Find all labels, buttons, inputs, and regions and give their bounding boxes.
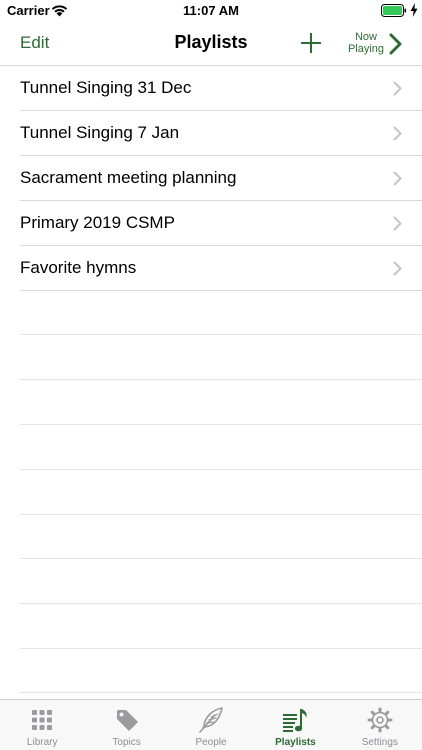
tag-icon <box>116 710 138 731</box>
chevron-right-icon <box>393 81 402 96</box>
playlist-title: Tunnel Singing 7 Jan <box>20 123 180 142</box>
feather-icon <box>199 707 223 733</box>
charging-bolt-icon <box>410 3 418 17</box>
battery-icon <box>381 4 407 17</box>
chevron-right-icon <box>393 171 402 186</box>
playlist-title: Sacrament meeting planning <box>20 168 237 187</box>
tab-label: People <box>195 737 227 748</box>
empty-row-separator <box>20 603 422 604</box>
tab-library[interactable]: Library <box>0 700 84 750</box>
tab-label: Playlists <box>275 737 316 748</box>
tab-label: Library <box>26 737 58 748</box>
empty-row-separator <box>20 424 422 425</box>
empty-row-separator <box>20 469 422 470</box>
tab-bar: Library Topics People Playlists Settings <box>0 699 422 750</box>
playlist-title: Tunnel Singing 31 Dec <box>20 78 192 97</box>
gear-icon <box>367 707 393 733</box>
empty-row-separator <box>20 692 422 693</box>
carrier-label: Carrier <box>7 3 50 18</box>
empty-row-separator <box>20 379 422 380</box>
tab-playlists[interactable]: Playlists <box>253 700 337 750</box>
chevron-right-icon <box>393 126 402 141</box>
playlist-title: Primary 2019 CSMP <box>20 213 175 232</box>
now-playing-label: Now Playing <box>342 31 390 55</box>
playlist-row[interactable]: Sacrament meeting planning <box>0 156 422 201</box>
now-playing-line2: Playing <box>347 43 385 55</box>
playlist-title: Favorite hymns <box>20 258 137 277</box>
status-bar: Carrier 11:07 AM <box>0 0 422 22</box>
row-separator <box>20 290 422 291</box>
tab-people[interactable]: People <box>169 700 253 750</box>
tab-settings[interactable]: Settings <box>338 700 422 750</box>
now-playing-line1: Now <box>354 31 377 43</box>
chevron-right-icon <box>393 216 402 231</box>
tab-label: Settings <box>361 737 398 748</box>
playlist-row[interactable]: Favorite hymns <box>0 246 422 291</box>
empty-row-separator <box>20 648 422 649</box>
edit-button[interactable]: Edit <box>20 33 49 53</box>
playlist-row[interactable]: Tunnel Singing 31 Dec <box>0 66 422 111</box>
tab-label: Topics <box>112 737 141 748</box>
now-playing-button[interactable]: Now Playing <box>342 29 406 59</box>
playlist-music-icon <box>283 709 308 732</box>
navigation-bar: Edit Playlists Now Playing <box>0 22 422 66</box>
add-playlist-button[interactable] <box>298 30 324 56</box>
playlist-row[interactable]: Tunnel Singing 7 Jan <box>0 111 422 156</box>
wifi-icon <box>51 5 68 17</box>
tab-topics[interactable]: Topics <box>84 700 168 750</box>
empty-row-separator <box>20 558 422 559</box>
playlist-row[interactable]: Primary 2019 CSMP <box>0 201 422 246</box>
empty-row-separator <box>20 334 422 335</box>
grid-icon <box>32 710 53 730</box>
playlist-list: Tunnel Singing 31 Dec Tunnel Singing 7 J… <box>0 66 422 291</box>
chevron-right-icon <box>389 33 402 55</box>
empty-row-separator <box>20 514 422 515</box>
chevron-right-icon <box>393 261 402 276</box>
